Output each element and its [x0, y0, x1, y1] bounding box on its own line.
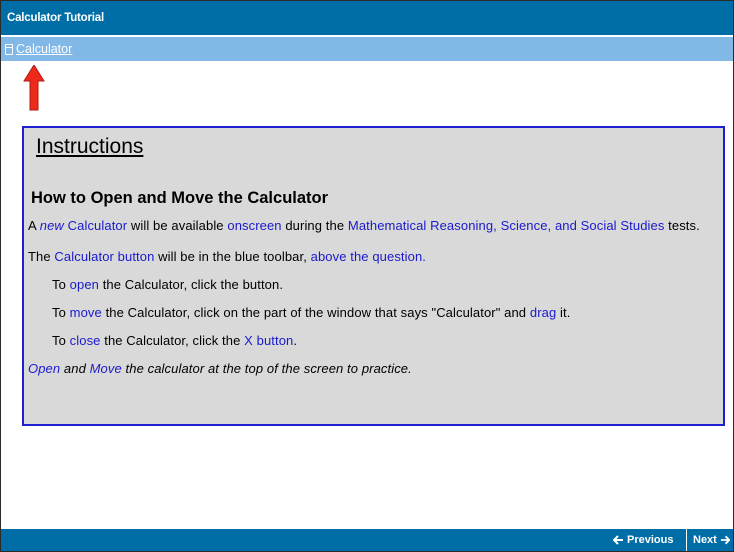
text-span-calculator-button: Calculator button	[54, 249, 155, 264]
instructions-panel: Instructions How to Open and Move the Ca…	[22, 126, 725, 426]
calculator-icon	[5, 43, 13, 55]
window-title-bar: Calculator Tutorial	[1, 1, 733, 35]
calculator-button[interactable]: Calculator	[5, 37, 72, 61]
next-button[interactable]: Next	[686, 529, 733, 551]
text-span: To	[52, 305, 70, 320]
previous-label: Previous	[627, 534, 674, 546]
text-span: To	[52, 277, 70, 292]
paragraph-close: To close the Calculator, click the X but…	[28, 334, 719, 348]
paragraph-practice: Open and Move the calculator at the top …	[28, 362, 719, 376]
instructions-heading: Instructions	[36, 135, 144, 158]
text-span: The	[28, 249, 55, 264]
text-span-open: open	[69, 277, 99, 292]
text-span-move: move	[69, 305, 102, 320]
text-span: will be in the blue toolbar,	[154, 249, 311, 264]
text-span: the Calculator, click on the part of the…	[101, 305, 530, 320]
text-span-drag: drag	[529, 305, 557, 320]
text-span: A	[28, 218, 40, 233]
blue-toolbar: Calculator	[1, 37, 733, 61]
text-span: will be available	[127, 218, 228, 233]
text-span-onscreen: onscreen	[227, 218, 282, 233]
text-span-tests-list: Mathematical Reasoning, Science, and Soc…	[347, 218, 665, 233]
paragraph-move: To move the Calculator, click on the par…	[28, 306, 719, 320]
tutorial-window: Calculator Tutorial Calculator Instructi…	[0, 0, 734, 552]
text-span: tests.	[664, 218, 700, 233]
arrow-right-icon	[720, 535, 730, 545]
text-span-move-practice: Move	[89, 361, 122, 376]
paragraph-availability: A new Calculator will be available onscr…	[28, 219, 719, 233]
text-span: the calculator at the top of the screen …	[121, 361, 412, 376]
window-title: Calculator Tutorial	[7, 12, 104, 24]
text-span-close: close	[69, 333, 101, 348]
text-span: the Calculator, click the button.	[98, 277, 284, 292]
instructions-subheading: How to Open and Move the Calculator	[31, 189, 329, 207]
text-span-new: new	[39, 218, 64, 233]
calculator-button-label: Calculator	[16, 42, 73, 56]
text-span-calculator: Calculator	[67, 218, 128, 233]
text-span-x-button: X button	[244, 333, 294, 348]
bottom-navigation-bar: Previous Next	[1, 529, 733, 551]
text-span: and	[60, 361, 90, 376]
text-span: it.	[556, 305, 571, 320]
text-span: .	[293, 333, 298, 348]
next-label: Next	[693, 534, 717, 546]
red-up-arrow-icon	[23, 65, 45, 111]
paragraph-open: To open the Calculator, click the button…	[28, 278, 719, 292]
text-span-open-practice: Open	[28, 361, 61, 376]
text-span: To	[52, 333, 70, 348]
paragraph-button-location: The Calculator button will be in the blu…	[28, 250, 719, 264]
text-span: during the	[281, 218, 348, 233]
text-span-above-question: above the question.	[310, 249, 427, 264]
arrow-left-icon	[613, 535, 623, 545]
previous-button[interactable]: Previous	[604, 529, 684, 551]
text-span: the Calculator, click the	[100, 333, 245, 348]
